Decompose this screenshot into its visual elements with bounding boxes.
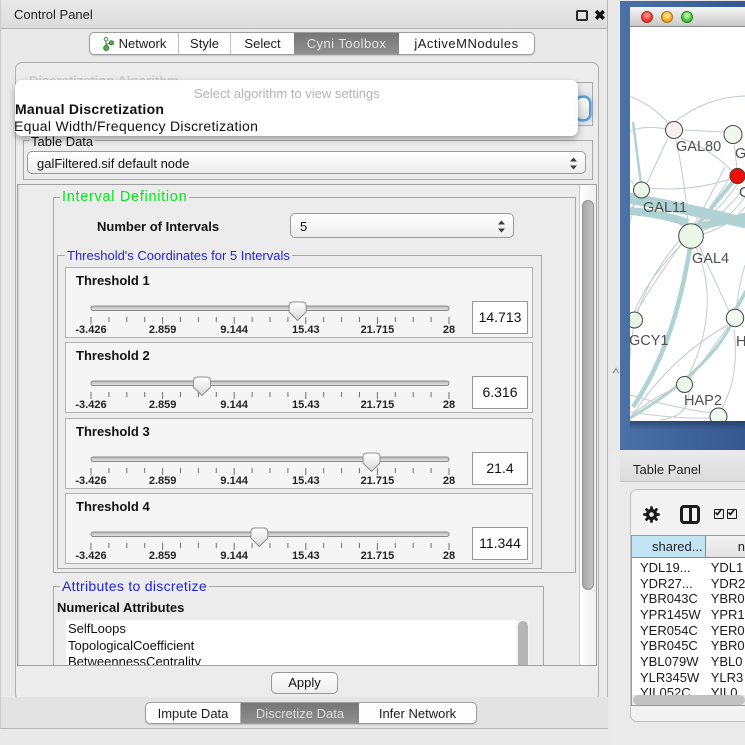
svg-text:9.144: 9.144 [220,324,248,336]
svg-text:GAL80: GAL80 [676,139,721,155]
svg-text:28: 28 [443,324,455,336]
svg-text:GAL4: GAL4 [692,251,729,267]
svg-text:21.715: 21.715 [361,324,395,336]
svg-text:-3.426: -3.426 [75,550,106,562]
svg-text:15.43: 15.43 [292,475,320,487]
svg-text:9.144: 9.144 [220,550,248,562]
svg-text:2.859: 2.859 [149,475,177,487]
svg-text:21.715: 21.715 [361,399,395,411]
svg-text:-3.426: -3.426 [75,399,106,411]
svg-text:-3.426: -3.426 [75,475,106,487]
svg-text:15.43: 15.43 [292,399,320,411]
svg-text:2.859: 2.859 [149,324,177,336]
svg-text:28: 28 [443,475,455,487]
svg-text:28: 28 [443,399,455,411]
svg-text:28: 28 [443,550,455,562]
svg-text:2.859: 2.859 [149,399,177,411]
svg-text:15.43: 15.43 [292,324,320,336]
svg-text:H: H [736,334,745,350]
svg-text:HAP2: HAP2 [684,393,722,409]
svg-text:GAL11: GAL11 [643,200,687,216]
svg-text:GCY1: GCY1 [630,333,669,349]
svg-text:21.715: 21.715 [361,550,395,562]
svg-text:9.144: 9.144 [220,475,248,487]
svg-text:2.859: 2.859 [149,550,177,562]
svg-text:-3.426: -3.426 [75,324,106,336]
svg-text:G.: G. [735,146,745,162]
svg-text:9.144: 9.144 [220,399,248,411]
svg-text:15.43: 15.43 [292,550,320,562]
svg-text:C: C [739,185,745,201]
svg-text:21.715: 21.715 [361,475,395,487]
